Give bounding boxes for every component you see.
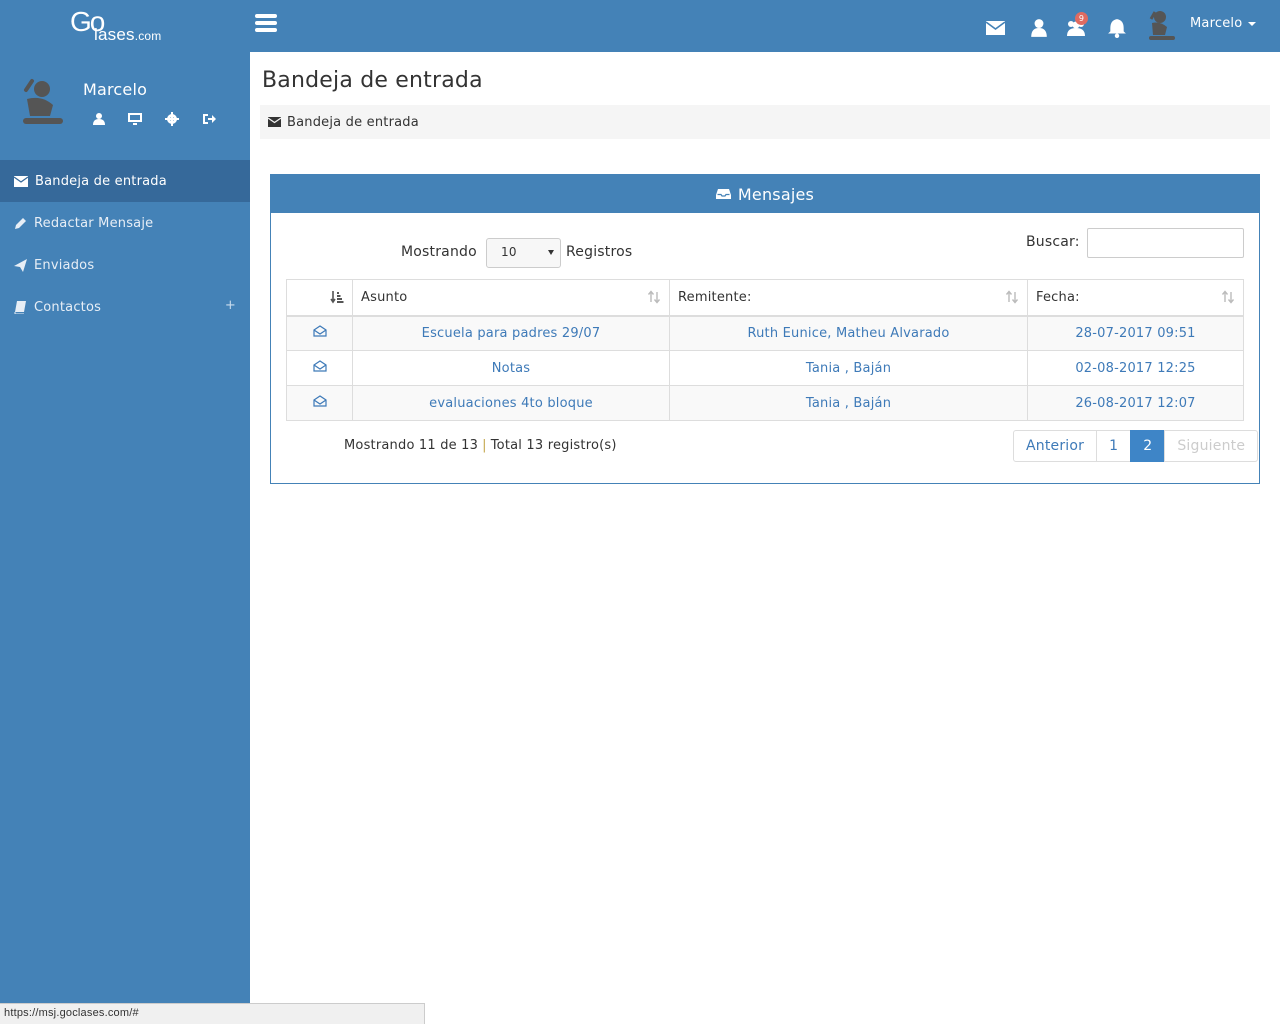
info-showing: Mostrando 11 de 13	[344, 438, 479, 453]
table-info: Mostrando 11 de 13 | Total 13 registro(s)	[344, 438, 617, 453]
inbox-icon	[715, 189, 731, 199]
envelope-open-icon	[312, 360, 327, 372]
cell-remitente[interactable]: Ruth Eunice, Matheu Alvarado	[669, 315, 1028, 351]
envelope-open-icon	[312, 395, 327, 407]
top-navbar: Go lases.com 9 Marcelo	[0, 0, 1280, 52]
avatar[interactable]	[1147, 9, 1177, 43]
page-length-select[interactable]: 10	[486, 238, 561, 268]
cell-remitente[interactable]: Tania , Baján	[669, 350, 1028, 386]
cell-fecha[interactable]: 26-08-2017 12:07	[1027, 385, 1244, 421]
search-label: Buscar:	[1026, 234, 1080, 250]
sidebar-item-label: Enviados	[34, 257, 95, 273]
envelope-icon	[268, 117, 281, 127]
goclases-logo[interactable]: Go lases.com	[70, 6, 190, 48]
length-label: Mostrando	[401, 244, 477, 260]
search-input[interactable]	[1087, 228, 1244, 258]
pager-page-2[interactable]: 2	[1130, 430, 1166, 462]
user-menu-label: Marcelo	[1190, 16, 1243, 31]
info-total: Total 13 registro(s)	[490, 438, 617, 453]
user-menu[interactable]: Marcelo	[1190, 16, 1257, 31]
cell-fecha[interactable]: 28-07-2017 09:51	[1027, 315, 1244, 351]
pagination: Anterior 1 2 Siguiente	[1013, 430, 1259, 462]
sidebar-item-label: Bandeja de entrada	[35, 173, 167, 189]
panel-title: Mensajes	[737, 184, 815, 204]
breadcrumb-item[interactable]: Bandeja de entrada	[287, 115, 419, 130]
sidebar-item-label: Redactar Mensaje	[34, 215, 154, 231]
sidebar-user-name: Marcelo	[83, 80, 148, 99]
table-row[interactable]: Notas Tania , Baján 02-08-2017 12:25	[286, 350, 1244, 386]
sidebar: Marcelo Bandeja de entrada Redactar Mens…	[0, 52, 250, 1024]
logout-icon[interactable]	[202, 112, 216, 126]
pager-prev-button[interactable]: Anterior	[1013, 430, 1098, 462]
pencil-icon	[15, 217, 26, 229]
cell-remitente[interactable]: Tania , Baján	[669, 385, 1028, 421]
messages-table: Asunto Remitente: Fecha: Escuela para pa…	[286, 279, 1244, 421]
sort-icon	[1221, 290, 1235, 304]
caret-down-icon	[1248, 21, 1257, 26]
length-label-suffix: Registros	[566, 244, 633, 260]
page-length-value: 10	[501, 245, 517, 259]
logo-tld: .com	[134, 29, 162, 43]
cell-fecha[interactable]: 02-08-2017 12:25	[1027, 350, 1244, 386]
pager-next-button[interactable]: Siguiente	[1164, 430, 1259, 462]
sidebar-item-compose[interactable]: Redactar Mensaje	[0, 202, 250, 244]
table-row[interactable]: Escuela para padres 29/07 Ruth Eunice, M…	[286, 315, 1244, 351]
paper-plane-icon	[14, 258, 27, 272]
logo-word: lases	[94, 25, 135, 44]
sort-icon	[647, 290, 661, 304]
book-icon	[14, 300, 26, 314]
sidebar-nav: Bandeja de entrada Redactar Mensaje Envi…	[0, 160, 250, 328]
gear-icon[interactable]	[165, 112, 179, 126]
sidebar-item-sent[interactable]: Enviados	[0, 244, 250, 286]
profile-icon[interactable]	[92, 112, 106, 126]
sidebar-item-label: Contactos	[34, 299, 102, 315]
column-header-remitente[interactable]: Remitente:	[669, 279, 1028, 317]
menu-toggle-icon[interactable]	[255, 14, 277, 34]
sidebar-item-inbox[interactable]: Bandeja de entrada	[0, 160, 250, 202]
envelope-open-icon	[312, 325, 327, 337]
messages-panel: Mensajes Mostrando 10 Registros Buscar: …	[270, 174, 1260, 484]
expand-icon[interactable]: +	[225, 298, 236, 313]
envelope-icon	[14, 175, 28, 187]
panel-header: Mensajes	[271, 175, 1259, 213]
monitor-icon[interactable]	[128, 112, 142, 126]
user-icon[interactable]	[1029, 18, 1049, 38]
pager-page-1[interactable]: 1	[1096, 430, 1132, 462]
sort-amount-icon	[330, 291, 344, 304]
sidebar-avatar	[23, 79, 63, 124]
cell-asunto[interactable]: Notas	[352, 350, 670, 386]
table-row[interactable]: evaluaciones 4to bloque Tania , Baján 26…	[286, 385, 1244, 421]
breadcrumb: Bandeja de entrada	[260, 105, 1270, 139]
bell-icon[interactable]	[1107, 18, 1127, 38]
cell-asunto[interactable]: Escuela para padres 29/07	[352, 315, 670, 351]
envelope-icon[interactable]	[986, 18, 1006, 38]
cell-asunto[interactable]: evaluaciones 4to bloque	[352, 385, 670, 421]
browser-status-bar: https://msj.goclases.com/#	[0, 1003, 425, 1024]
column-header-fecha[interactable]: Fecha:	[1027, 279, 1244, 317]
column-header-status[interactable]	[286, 279, 353, 317]
notification-badge: 9	[1075, 12, 1088, 25]
sidebar-item-contacts[interactable]: Contactos +	[0, 286, 250, 328]
sort-icon	[1005, 290, 1019, 304]
column-header-asunto[interactable]: Asunto	[352, 279, 670, 317]
page-title: Bandeja de entrada	[262, 68, 483, 93]
dropdown-arrow-icon	[548, 250, 554, 255]
